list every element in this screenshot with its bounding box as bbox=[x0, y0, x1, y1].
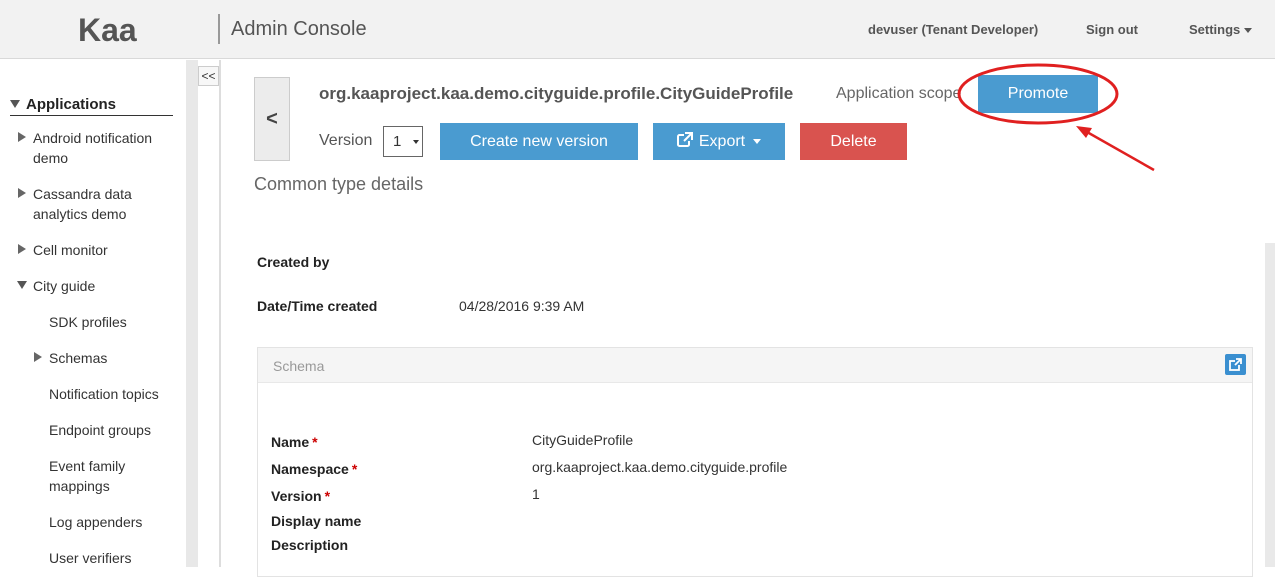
triangle-right-icon[interactable] bbox=[34, 352, 42, 362]
triangle-down-icon bbox=[10, 100, 20, 108]
schema-field-description-label: Description bbox=[271, 537, 349, 553]
sidebar-item-android-notification-demo[interactable]: Android notification demo bbox=[33, 128, 152, 168]
settings-menu[interactable]: Settings bbox=[1189, 22, 1253, 37]
version-select-value: 1 bbox=[393, 133, 402, 150]
sidebar-item-notification-topics[interactable]: Notification topics bbox=[49, 384, 159, 404]
sidebar-item-endpoint-groups[interactable]: Endpoint groups bbox=[49, 420, 151, 440]
annotation-arrowhead bbox=[1076, 126, 1092, 138]
triangle-right-icon[interactable] bbox=[18, 244, 26, 254]
sidebar-item-city-guide[interactable]: City guide bbox=[33, 276, 95, 296]
datetime-created-value: 04/28/2016 9:39 AM bbox=[459, 298, 585, 314]
schema-field-display-name-label: Display name bbox=[271, 513, 362, 529]
section-title: Common type details bbox=[254, 174, 424, 194]
console-title: Admin Console bbox=[231, 18, 367, 40]
open-schema-button[interactable] bbox=[1225, 354, 1246, 375]
schema-field-namespace-label: Namespace * bbox=[271, 461, 357, 477]
settings-label: Settings bbox=[1189, 22, 1241, 37]
sidebar-item-label: demo bbox=[33, 150, 69, 166]
schema-field-name-value: CityGuideProfile bbox=[532, 432, 634, 448]
required-marker: * bbox=[324, 488, 331, 504]
caret-down-icon bbox=[413, 140, 419, 144]
sidebar-item-cell-monitor[interactable]: Cell monitor bbox=[33, 240, 108, 260]
app-header: Kaa Admin Console devuser (Tenant Develo… bbox=[0, 0, 1275, 59]
scope-label: Application scope bbox=[836, 85, 962, 102]
main-scrollbar[interactable] bbox=[1265, 243, 1275, 567]
export-label: Export bbox=[698, 133, 746, 150]
delete-button[interactable]: Delete bbox=[800, 123, 907, 160]
current-user: devuser (Tenant Developer) bbox=[868, 22, 1039, 37]
schema-panel-title: Schema bbox=[273, 358, 325, 374]
sidebar-item-sdk-profiles[interactable]: SDK profiles bbox=[49, 312, 127, 332]
sign-out-link[interactable]: Sign out bbox=[1086, 22, 1138, 37]
sidebar-item-user-verifiers[interactable]: User verifiers bbox=[49, 548, 131, 568]
annotation-arrow-line bbox=[1079, 126, 1155, 172]
triangle-right-icon[interactable] bbox=[18, 132, 26, 142]
header-divider bbox=[218, 14, 220, 44]
sidebar-item-label: Cassandra data bbox=[33, 186, 132, 202]
sidebar-item-label: analytics demo bbox=[33, 206, 127, 222]
schema-field-namespace-value: org.kaaproject.kaa.demo.cityguide.profil… bbox=[532, 459, 788, 475]
sidebar-item-label: mappings bbox=[49, 478, 110, 494]
sidebar-item-event-family-mappings[interactable]: Event family mappings bbox=[49, 456, 125, 496]
schema-field-name-label: Name * bbox=[271, 434, 318, 450]
kaa-logo[interactable]: Kaa bbox=[78, 12, 137, 49]
version-label: Version bbox=[319, 132, 373, 149]
export-button[interactable]: Export bbox=[653, 123, 785, 160]
schema-panel: Schema Name * CityGuideProfile Namespace *… bbox=[257, 347, 1253, 577]
schema-panel-header: Schema bbox=[258, 348, 1252, 383]
sidebar-item-label: Android notification bbox=[33, 130, 153, 146]
collapse-sidebar-button[interactable]: << bbox=[198, 66, 219, 86]
sidebar-item-schemas[interactable]: Schemas bbox=[49, 348, 107, 368]
required-marker: * bbox=[312, 434, 318, 450]
field-label: Namespace bbox=[271, 461, 349, 477]
external-link-icon bbox=[1227, 356, 1244, 373]
sidebar-scrollbar[interactable] bbox=[186, 60, 198, 567]
version-select[interactable]: 1 bbox=[383, 126, 423, 157]
create-new-version-button[interactable]: Create new version bbox=[440, 123, 638, 160]
sidebar-item-label: Event family bbox=[49, 458, 126, 474]
sidebar-item-log-appenders[interactable]: Log appenders bbox=[49, 512, 142, 532]
sidebar-item-cassandra-data-analytics-demo[interactable]: Cassandra data analytics demo bbox=[33, 184, 132, 224]
sidebar-border bbox=[219, 60, 221, 567]
schema-field-version-label: Version * bbox=[271, 488, 330, 504]
sidebar-section-applications[interactable]: Applications bbox=[10, 96, 173, 116]
back-button[interactable]: < bbox=[254, 77, 290, 161]
schema-fqn-title: org.kaaproject.kaa.demo.cityguide.profil… bbox=[319, 84, 794, 103]
required-marker: * bbox=[351, 461, 358, 477]
section-label: Applications bbox=[26, 96, 117, 113]
promote-button[interactable]: Promote bbox=[978, 75, 1098, 113]
triangle-down-icon[interactable] bbox=[17, 281, 27, 289]
field-label: Version bbox=[271, 488, 322, 504]
field-label: Name bbox=[271, 434, 310, 450]
external-link-icon bbox=[676, 132, 693, 147]
created-by-label: Created by bbox=[257, 254, 330, 270]
triangle-right-icon[interactable] bbox=[18, 188, 26, 198]
datetime-created-label: Date/Time created bbox=[257, 298, 378, 314]
caret-down-icon bbox=[753, 139, 762, 145]
schema-field-version-value: 1 bbox=[532, 486, 540, 502]
caret-down-icon bbox=[1244, 28, 1253, 34]
